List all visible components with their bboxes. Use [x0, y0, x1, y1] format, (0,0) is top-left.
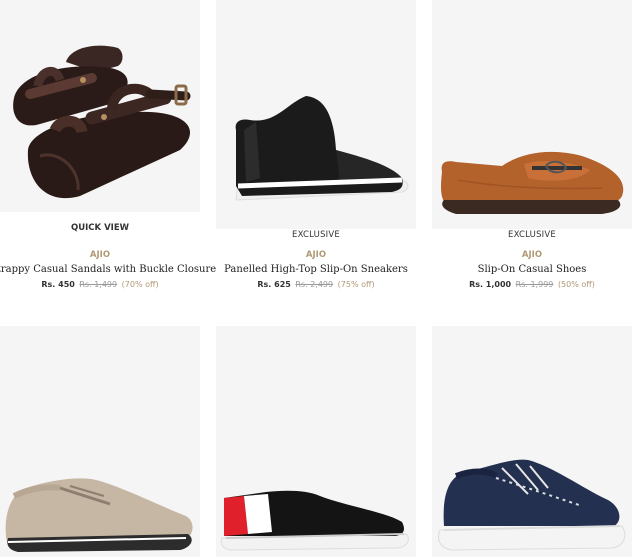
- product-card[interactable]: [216, 326, 416, 557]
- price-discount: (75% off): [337, 280, 375, 289]
- beige-derby-shoe-image: [5, 478, 193, 552]
- price-current: Rs. 625: [257, 280, 291, 289]
- product-card[interactable]: [432, 326, 632, 557]
- product-name[interactable]: Strappy Casual Sandals with Buckle Closu…: [0, 264, 216, 275]
- product-image[interactable]: [0, 0, 200, 229]
- price-original: Rs. 2,499: [295, 280, 334, 289]
- price-current: Rs. 450: [41, 280, 75, 289]
- product-name[interactable]: Panelled High-Top Slip-On Sneakers: [206, 264, 426, 275]
- price-discount: (70% off): [121, 280, 159, 289]
- product-image[interactable]: [216, 326, 416, 557]
- product-price: Rs. 450 Rs. 1,499 (70% off): [0, 280, 200, 289]
- product-brand: AJIO: [89, 250, 111, 260]
- price-original: Rs. 1,999: [515, 280, 554, 289]
- black-slip-on-sneaker-image: [220, 490, 409, 551]
- exclusive-tag: EXCLUSIVE: [292, 230, 340, 240]
- product-card[interactable]: EXCLUSIVE AJIO Panelled High-Top Slip-On…: [216, 0, 416, 300]
- product-image[interactable]: [216, 0, 416, 229]
- product-image[interactable]: [0, 326, 200, 557]
- price-current: Rs. 1,000: [469, 280, 512, 289]
- black-high-top-sneaker-image: [235, 96, 409, 201]
- navy-mesh-sneaker-image: [438, 459, 626, 551]
- product-brand: AJIO: [305, 250, 327, 260]
- product-price: Rs. 625 Rs. 2,499 (75% off): [216, 280, 416, 289]
- product-card[interactable]: EXCLUSIVE AJIO Slip-On Casual Shoes Rs. …: [432, 0, 632, 300]
- product-price: Rs. 1,000 Rs. 1,999 (50% off): [432, 280, 632, 289]
- product-card[interactable]: QUICK VIEW AJIO Strappy Casual Sandals w…: [0, 0, 216, 300]
- price-original: Rs. 1,499: [79, 280, 118, 289]
- product-image[interactable]: [432, 326, 632, 557]
- tan-loafer-image: [441, 151, 624, 214]
- quick-view-button[interactable]: QUICK VIEW: [0, 212, 200, 244]
- product-brand: AJIO: [521, 250, 543, 260]
- brown-sandal-image: [13, 45, 191, 199]
- product-name[interactable]: Slip-On Casual Shoes: [422, 264, 634, 275]
- exclusive-tag: EXCLUSIVE: [508, 230, 556, 240]
- price-discount: (50% off): [557, 280, 595, 289]
- product-image[interactable]: [432, 0, 632, 229]
- product-card[interactable]: [0, 326, 200, 557]
